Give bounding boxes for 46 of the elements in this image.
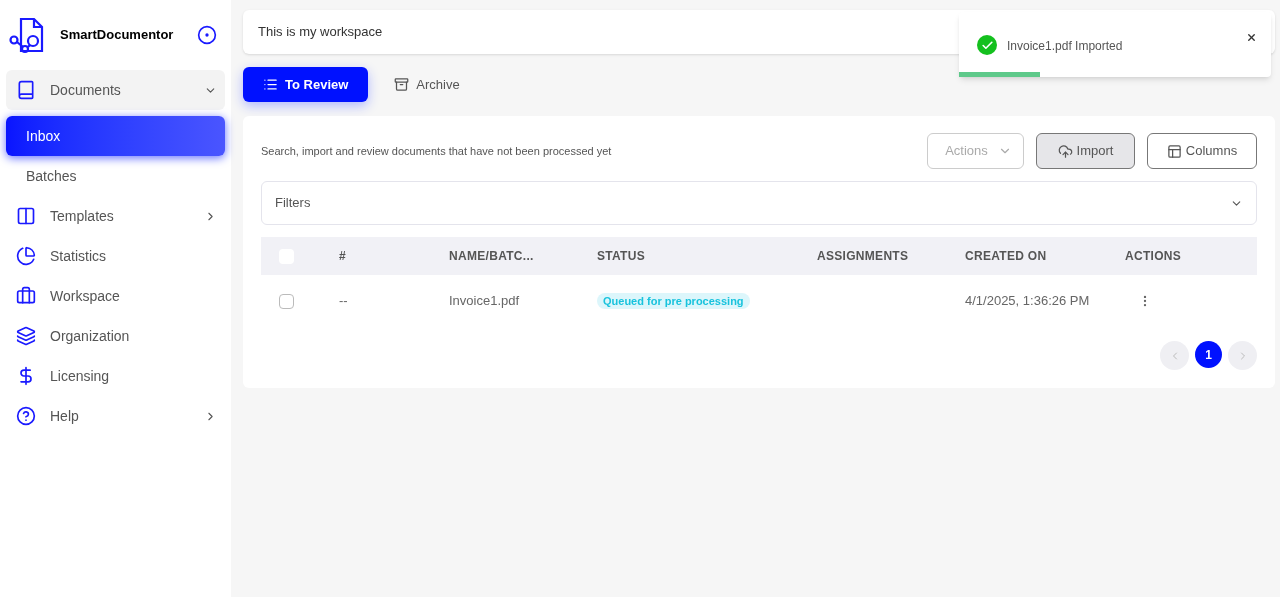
previous-page-button[interactable] — [1160, 341, 1189, 370]
sidebar-item[interactable]: Documents — [6, 70, 225, 110]
page-button[interactable]: 1 — [1195, 341, 1222, 368]
columns-icon — [1166, 143, 1182, 159]
tab[interactable]: Archive — [374, 67, 480, 102]
book-icon — [16, 80, 36, 100]
row-checkbox[interactable] — [279, 293, 294, 309]
close-icon[interactable] — [1246, 32, 1257, 43]
toast-message: Invoice1.pdf Imported — [1007, 38, 1124, 55]
target-icon[interactable] — [197, 25, 217, 45]
status-badge: Queued for pre processing — [597, 293, 750, 310]
sidebar-item[interactable]: Licensing — [6, 356, 225, 396]
sidebar-item[interactable]: Organization — [6, 316, 225, 356]
sidebar-subitem[interactable]: Inbox — [6, 116, 225, 156]
briefcase-icon — [16, 286, 36, 306]
table-cell: -- — [339, 275, 449, 327]
brand-name: SmartDocumentor — [60, 26, 175, 45]
columns-button[interactable]: Columns — [1147, 133, 1257, 169]
sidebar-item[interactable]: Statistics — [6, 236, 225, 276]
column-header: ACTIONS — [1125, 237, 1257, 275]
sidebar-item[interactable]: Help — [6, 396, 225, 436]
import-button[interactable]: Import — [1036, 133, 1135, 169]
sidebar-item[interactable]: Workspace — [6, 276, 225, 316]
layers-icon — [16, 326, 36, 346]
column-header: # — [339, 237, 449, 275]
sidebar-subitem[interactable]: Batches — [6, 156, 225, 196]
column-header: ASSIGNMENTS — [817, 237, 965, 275]
panel-description: Search, import and review documents that have not been processed yet — [261, 143, 613, 159]
sidebar-item[interactable]: Templates — [6, 196, 225, 236]
next-page-button[interactable] — [1228, 341, 1257, 370]
workspace-title: This is my workspace — [258, 23, 383, 42]
success-icon — [977, 35, 997, 55]
columns-icon — [16, 206, 36, 226]
table-cell: 4/1/2025, 1:36:26 PM — [965, 275, 1125, 327]
tab[interactable]: To Review — [243, 67, 369, 102]
table-cell: Invoice1.pdf — [449, 275, 597, 327]
filters-dropdown[interactable]: Filters — [261, 181, 1257, 225]
column-header: NAME/BATC... — [449, 237, 597, 275]
help-icon — [16, 406, 36, 426]
pie-chart-icon — [16, 246, 36, 266]
upload-icon — [1057, 143, 1073, 159]
list-icon — [263, 77, 278, 92]
archive-icon — [394, 77, 410, 92]
column-header: STATUS — [597, 237, 817, 275]
column-header: CREATED ON — [965, 237, 1125, 275]
logo-icon — [8, 16, 46, 54]
